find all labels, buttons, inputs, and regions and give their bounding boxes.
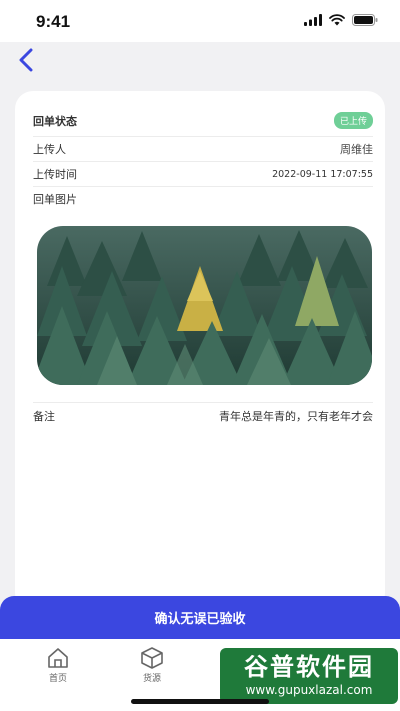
receipt-status-label: 回单状态 [33, 114, 77, 128]
upload-time-value: 2022-09-11 17:07:55 [272, 168, 373, 180]
box-icon [141, 647, 163, 669]
receipt-photo-label: 回单图片 [33, 193, 77, 206]
uploader-value: 周维佳 [340, 143, 373, 156]
tab-home[interactable]: 首页 [28, 647, 88, 684]
upload-time-label: 上传时间 [33, 168, 77, 181]
status-bar: 9:41 [0, 0, 400, 42]
uploader-row: 上传人 周维佳 [33, 137, 373, 162]
watermark-title: 谷普软件园 [244, 653, 374, 681]
receipt-photo[interactable] [37, 226, 372, 385]
home-icon [48, 648, 68, 668]
remark-row: 备注 青年总是年青的，只有老年才会 [33, 402, 373, 428]
tab-home-label: 首页 [48, 674, 67, 684]
watermark-url: www.gupuxlazal.com [245, 683, 373, 697]
receipt-details: 回单状态 已上传 上传人 周维佳 上传时间 2022-09-11 17:07:5… [33, 105, 373, 211]
chevron-left-icon [19, 48, 33, 72]
receipt-status-row: 回单状态 已上传 [33, 105, 373, 137]
receipt-card: 回单状态 已上传 上传人 周维佳 上传时间 2022-09-11 17:07:5… [15, 91, 385, 611]
tab-cargo-label: 货源 [142, 674, 161, 684]
uploader-label: 上传人 [33, 143, 66, 156]
watermark-logo: 谷普软件园 www.gupuxlazal.com [220, 648, 398, 704]
confirm-accept-button[interactable]: 确认无误已验收 [0, 596, 400, 639]
status-badge: 已上传 [333, 112, 373, 129]
wifi-icon [329, 14, 345, 26]
home-indicator [131, 699, 269, 704]
status-time: 9:41 [36, 12, 71, 31]
battery-icon [352, 14, 378, 26]
tab-cargo[interactable]: 货源 [122, 647, 182, 684]
remark-value: 青年总是年青的，只有老年才会 [219, 409, 373, 423]
upload-time-row: 上传时间 2022-09-11 17:07:55 [33, 162, 373, 187]
back-button[interactable] [12, 46, 40, 74]
status-icons [304, 14, 378, 26]
forest-image [37, 226, 372, 385]
remark-label: 备注 [33, 409, 55, 423]
signal-icon [304, 14, 322, 26]
